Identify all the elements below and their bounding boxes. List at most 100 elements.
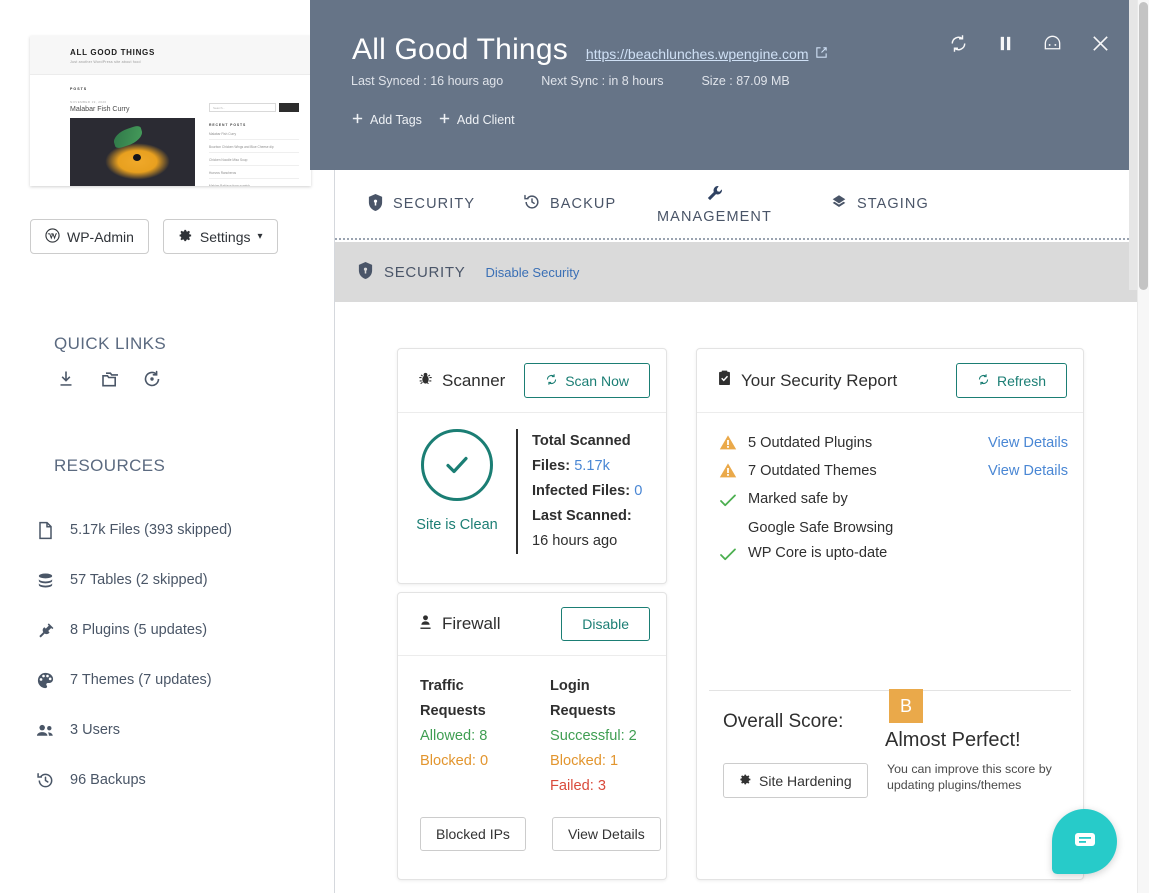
- layers-icon: [830, 193, 848, 215]
- check-icon: [719, 545, 737, 570]
- file-icon: [34, 521, 56, 540]
- settings-button[interactable]: Settings ▾: [162, 219, 278, 254]
- scrollbar-track[interactable]: [1137, 0, 1149, 893]
- site-size-text: Size : 87.09 MB: [701, 74, 790, 88]
- firewall-disable-button[interactable]: Disable: [561, 607, 650, 641]
- left-sidebar: ALL GOOD THINGS Just another WordPress s…: [0, 0, 335, 893]
- resource-item-files[interactable]: 5.17k Files (393 skipped): [34, 505, 324, 555]
- report-card-header: Your Security Report Refresh: [697, 349, 1083, 413]
- report-title-group: Your Security Report: [717, 370, 897, 391]
- disable-security-link[interactable]: Disable Security: [485, 265, 579, 280]
- blocked-ips-button[interactable]: Blocked IPs: [420, 817, 526, 851]
- firewall-card: Firewall Disable Traffic Requests Allowe…: [397, 592, 667, 880]
- scrollbar-thumb[interactable]: [1139, 2, 1148, 290]
- quick-links-heading: QUICK LINKS: [54, 334, 167, 353]
- plus-icon: [438, 112, 451, 128]
- download-icon[interactable]: [56, 369, 76, 394]
- tab-security[interactable]: SECURITY: [367, 170, 475, 238]
- thumbnail-date: NOVEMBER 19, 2020: [70, 100, 107, 104]
- firewall-card-header: Firewall Disable: [398, 593, 666, 656]
- login-requests-heading: Login Requests: [550, 678, 616, 719]
- tab-backup[interactable]: BACKUP: [523, 170, 616, 238]
- login-blocked: Blocked: 1: [550, 753, 619, 769]
- firewall-view-details-button[interactable]: View Details: [551, 817, 661, 851]
- thumbnail-search-button: [279, 103, 299, 112]
- report-refresh-button[interactable]: Refresh: [955, 363, 1067, 398]
- thumbnail-header: ALL GOOD THINGS Just another WordPress s…: [30, 36, 311, 75]
- files-value: 5.17k: [574, 458, 610, 474]
- scanner-body: Site is Clean Total Scanned Files: 5.17k…: [398, 413, 666, 554]
- site-hardening-button[interactable]: Site Hardening: [723, 763, 868, 798]
- scanner-title: Scanner: [442, 370, 506, 390]
- view-details-link-themes[interactable]: View Details: [988, 459, 1083, 484]
- site-thumbnail[interactable]: ALL GOOD THINGS Just another WordPress s…: [30, 36, 311, 186]
- resource-label: 8 Plugins (5 updates): [70, 622, 208, 638]
- section-subheader: SECURITY Disable Security: [335, 242, 1137, 302]
- view-details-link-plugins[interactable]: View Details: [988, 431, 1083, 456]
- gear-icon: [739, 773, 752, 788]
- resource-item-backups[interactable]: 96 Backups: [34, 755, 324, 805]
- report-title: Your Security Report: [741, 370, 898, 390]
- scan-now-label: Scan Now: [565, 372, 629, 389]
- resource-label: 3 Users: [70, 722, 120, 738]
- wp-admin-button[interactable]: WP-Admin: [30, 219, 149, 254]
- report-rows: 5 Outdated Plugins View Details 7 Outdat…: [697, 413, 1083, 570]
- thumbnail-recent-post: Making Baklava from scratch: [209, 184, 299, 186]
- firewall-title-group: Firewall: [418, 614, 501, 635]
- traffic-requests-column: Traffic Requests Allowed: 8 Blocked: 0: [420, 674, 518, 799]
- report-row-wp-core: WP Core is upto-date: [719, 541, 1083, 570]
- scan-now-button[interactable]: Scan Now: [524, 363, 650, 398]
- grade-badge: B: [889, 689, 923, 723]
- tab-backup-label: BACKUP: [550, 196, 617, 212]
- blocked-ips-label: Blocked IPs: [436, 826, 510, 842]
- chat-widget-button[interactable]: [1052, 809, 1117, 874]
- thumbnail-recent-post: Bourbon Chicken Wings and Blue Cheese di…: [209, 145, 299, 153]
- site-hardening-label: Site Hardening: [759, 772, 852, 789]
- refresh-icon: [545, 373, 558, 388]
- grade-text: Almost Perfect!: [885, 729, 1021, 751]
- resource-label: 57 Tables (2 skipped): [70, 572, 208, 588]
- chat-icon: [1071, 825, 1099, 858]
- scanner-status-group: Site is Clean: [398, 429, 516, 554]
- warning-icon: [719, 434, 737, 459]
- site-url-link[interactable]: https://beachlunches.wpengine.com: [586, 46, 828, 62]
- thumbnail-post-title: Malabar Fish Curry: [70, 106, 130, 113]
- clipboard-check-icon: [717, 370, 732, 391]
- firewall-buttons: Blocked IPs View Details: [398, 799, 666, 851]
- inner-scrollbar-track[interactable]: [1129, 0, 1137, 290]
- resource-item-users[interactable]: 3 Users: [34, 705, 324, 755]
- add-tags-button[interactable]: Add Tags: [351, 112, 422, 128]
- next-sync-text: Next Sync : in 8 hours: [541, 74, 664, 88]
- clone-folder-icon[interactable]: [98, 369, 120, 394]
- files-label: Files:: [532, 458, 571, 474]
- overall-score-section: Overall Score: B Almost Perfect! You can…: [697, 689, 1083, 861]
- close-icon[interactable]: [1090, 33, 1111, 59]
- caret-down-icon: ▾: [257, 230, 263, 242]
- sync-icon[interactable]: [948, 33, 969, 59]
- report-row-text: 5 Outdated Plugins: [748, 435, 873, 451]
- last-scanned-label: Last Scanned:: [532, 508, 632, 524]
- add-client-button[interactable]: Add Client: [438, 112, 515, 128]
- support-bot-icon[interactable]: [1042, 33, 1063, 59]
- restore-icon[interactable]: [142, 369, 162, 394]
- resource-item-themes[interactable]: 7 Themes (7 updates): [34, 655, 324, 705]
- resource-item-tables[interactable]: 57 Tables (2 skipped): [34, 555, 324, 605]
- infected-files-value: 0: [634, 483, 643, 499]
- site-url-text: https://beachlunches.wpengine.com: [585, 46, 809, 62]
- pause-icon[interactable]: [996, 34, 1015, 58]
- thumbnail-post-image: [70, 118, 195, 186]
- tab-bar: SECURITY BACKUP MANAGEMENT STAGING: [335, 170, 1137, 240]
- firewall-disable-label: Disable: [582, 616, 629, 632]
- bug-icon: [418, 371, 433, 391]
- warning-icon: [719, 462, 737, 487]
- report-row-outdated-themes: 7 Outdated Themes View Details: [719, 459, 1083, 487]
- resource-item-plugins[interactable]: 8 Plugins (5 updates): [34, 605, 324, 655]
- add-client-label: Add Client: [456, 113, 515, 127]
- tab-management[interactable]: MANAGEMENT: [657, 170, 772, 238]
- history-icon: [34, 771, 56, 790]
- login-failed: Failed: 3: [550, 778, 606, 794]
- tab-staging[interactable]: STAGING: [830, 170, 929, 238]
- thumbnail-recent-post: Chicken Noodle Miso Soup: [209, 158, 299, 166]
- subbar-label: SECURITY: [384, 263, 466, 281]
- shield-icon: [357, 261, 374, 284]
